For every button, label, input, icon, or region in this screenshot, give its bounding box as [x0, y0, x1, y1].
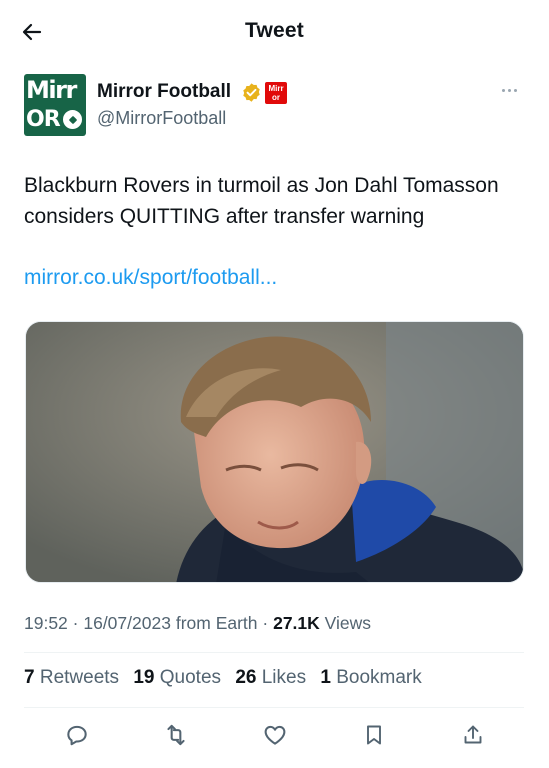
- retweets-stat[interactable]: 7 Retweets: [24, 667, 119, 688]
- dot-icon: [507, 88, 511, 92]
- views-label: Views: [324, 613, 372, 633]
- retweet-icon: [167, 724, 185, 746]
- views-count: 27.1K: [273, 613, 320, 633]
- likes-stat[interactable]: 26 Likes: [235, 667, 306, 688]
- share-button[interactable]: [458, 720, 488, 750]
- more-options-button[interactable]: [494, 80, 524, 100]
- reply-button[interactable]: [62, 720, 92, 750]
- like-icon: [264, 725, 286, 745]
- quotes-count: 19: [133, 667, 155, 688]
- bookmark-icon: [367, 725, 381, 745]
- tweet-action-bar: [24, 710, 524, 760]
- likes-label: Likes: [261, 667, 307, 688]
- tweet-image[interactable]: [25, 321, 524, 583]
- share-icon: [464, 725, 482, 744]
- tweet-link[interactable]: mirror.co.uk/sport/football...: [24, 262, 277, 293]
- tweet-meta: 19:52 · 16/07/2023 from Earth · 27.1K Vi…: [24, 613, 372, 633]
- retweets-count: 7: [24, 667, 35, 688]
- football-icon: [63, 110, 82, 129]
- avatar-logo-text-bottom: OR: [26, 107, 61, 132]
- like-button[interactable]: [260, 720, 290, 750]
- man-portrait-image: [26, 322, 523, 582]
- retweet-button[interactable]: [161, 720, 191, 750]
- tweet-source: from Earth: [175, 613, 258, 633]
- quotes-stat[interactable]: 19 Quotes: [133, 667, 221, 688]
- engagement-stats: 7 Retweets 19 Quotes 26 Likes 1 Bookmark: [24, 667, 431, 689]
- dot-icon: [501, 88, 505, 92]
- author-handle[interactable]: @MirrorFootball: [97, 108, 226, 129]
- tweet-author: Mirr OR Mirror Football Mirr or @MirrorF…: [24, 74, 524, 138]
- affiliate-badge[interactable]: Mirr or: [265, 82, 287, 104]
- avatar[interactable]: Mirr OR: [24, 74, 86, 136]
- bookmarks-count: 1: [320, 667, 331, 688]
- tweet-text: Blackburn Rovers in turmoil as Jon Dahl …: [24, 174, 499, 228]
- reply-icon: [67, 725, 87, 746]
- divider: [24, 707, 524, 708]
- verified-badge-icon[interactable]: [241, 82, 262, 103]
- quotes-label: Quotes: [159, 667, 222, 688]
- likes-count: 26: [235, 667, 257, 688]
- author-display-name[interactable]: Mirror Football: [97, 81, 231, 103]
- bookmarks-label: Bookmark: [336, 667, 422, 688]
- tweet-time: 19:52: [24, 613, 68, 633]
- divider: [24, 652, 524, 653]
- bookmark-button[interactable]: [359, 720, 389, 750]
- top-bar: Tweet: [0, 0, 549, 64]
- dot-icon: [513, 88, 517, 92]
- tweet-date: 16/07/2023: [83, 613, 171, 633]
- retweets-label: Retweets: [39, 667, 120, 688]
- bookmarks-stat[interactable]: 1 Bookmark: [320, 667, 421, 688]
- page-title: Tweet: [245, 19, 304, 42]
- avatar-logo-text-top: Mirr: [26, 76, 77, 104]
